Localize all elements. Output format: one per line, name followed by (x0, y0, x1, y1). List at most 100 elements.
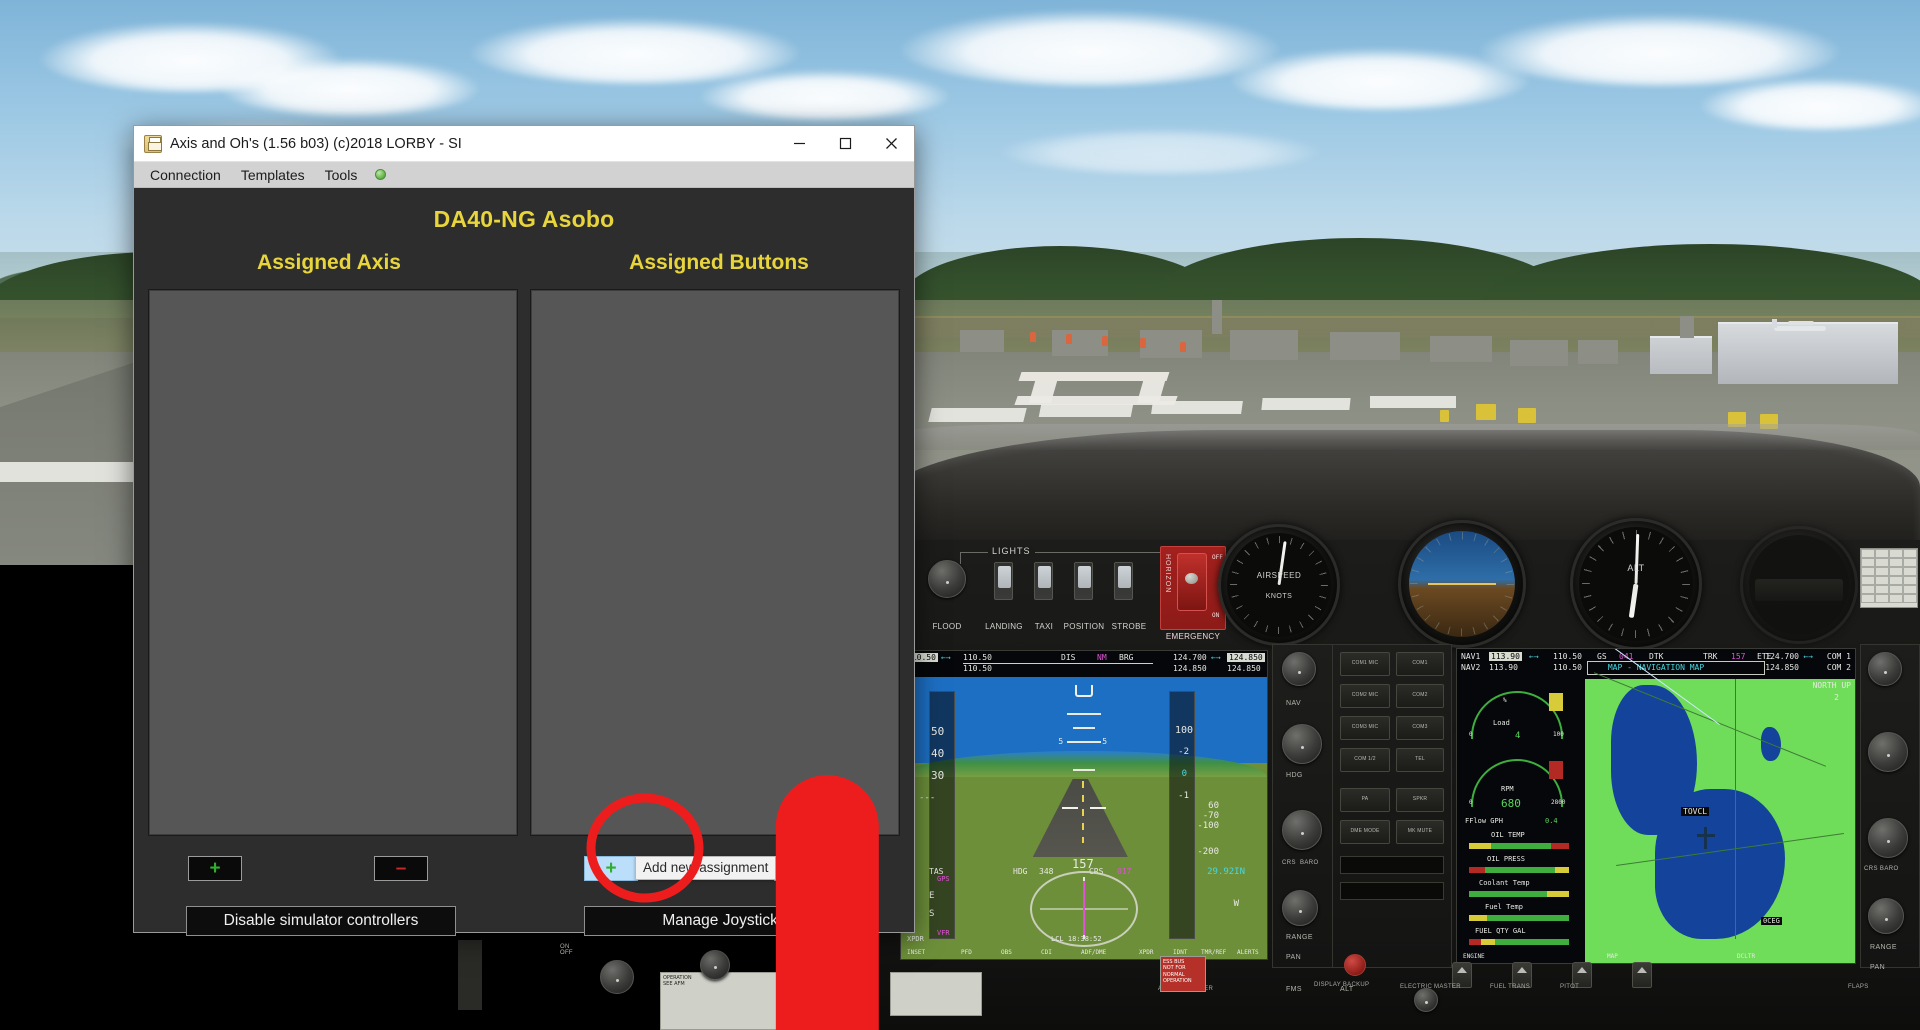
fuel-trans-label: FUEL TRANS (1490, 984, 1531, 990)
mk-mute-button[interactable]: MK MUTE (1396, 820, 1444, 844)
building (1230, 330, 1298, 360)
mfd-dtk-label: DTK (1649, 652, 1664, 661)
tel-button[interactable]: TEL (1396, 748, 1444, 772)
menu-connection[interactable]: Connection (142, 165, 229, 185)
connection-status-dot (375, 169, 387, 180)
nav-frequency-knob-right[interactable] (1868, 732, 1908, 772)
taxi-light-switch[interactable] (1034, 562, 1053, 600)
threshold-stripe (1370, 396, 1456, 408)
axis-and-ohs-window[interactable]: Axis and Oh's (1.56 b03) (c)2018 LORBY -… (133, 125, 915, 936)
pfd-softkey-9[interactable]: ALERTS (1237, 949, 1259, 956)
mfd-softkey-map[interactable]: MAP (1607, 953, 1618, 960)
dme-mode-button[interactable]: DME MODE (1340, 820, 1390, 844)
mfd-oil-temp-label: OIL TEMP (1491, 831, 1525, 839)
emergency-label: EMERGENCY (1165, 632, 1221, 641)
com2-button[interactable]: COM2 (1396, 684, 1444, 708)
pan-label: PAN (1286, 954, 1302, 961)
nav-frequency-knob[interactable] (1282, 724, 1322, 764)
traffic-cone (1102, 336, 1108, 346)
add-new-assignment-tooltip: Add new assignment (635, 856, 777, 880)
yellow-barrier (1518, 408, 1536, 423)
multifunction-display[interactable]: NAV1 113.90 ←→ 110.50 NAV2 113.90 110.50… (1456, 648, 1856, 964)
yellow-barrier (1440, 410, 1449, 422)
pfd-softkey-7[interactable]: TMR/REF (1201, 949, 1226, 956)
add-axis-assignment-button[interactable]: + (188, 856, 242, 881)
mfd-com1-active: 124.700 (1765, 652, 1799, 661)
pan-label-right: PAN (1870, 964, 1886, 971)
display-backup-knob[interactable] (1344, 954, 1366, 976)
pfd-heading-value: 157 (1072, 857, 1094, 871)
pfd-softkey-5[interactable]: XPDR (1139, 949, 1153, 956)
cloud (1480, 14, 1840, 86)
mfd-rpm-label: RPM (1501, 785, 1514, 793)
runway-marking (1018, 372, 1170, 381)
pfd-softkey-2[interactable]: OBS (1001, 949, 1012, 956)
remove-axis-assignment-button[interactable]: – (374, 856, 428, 881)
spkr-button[interactable]: SPKR (1396, 788, 1444, 812)
mfd-fuel-qty-label: FUEL QTY GAL (1475, 927, 1526, 935)
pa-button[interactable]: PA (1340, 788, 1390, 812)
range-knob-right[interactable] (1868, 898, 1904, 934)
com-selector-button[interactable]: COM 1/2 (1340, 748, 1390, 772)
pfd-lcl-time: LCL 18:38:52 (1051, 935, 1102, 943)
left-dash-knob-2[interactable] (700, 950, 730, 980)
primary-flight-display[interactable]: 110.50 ←→ 110.50 98 110.50 DIS NM BRG 12… (900, 650, 1268, 960)
electric-master-knob[interactable] (1414, 988, 1438, 1012)
airspeed-label: AIRSPEED (1256, 571, 1302, 580)
pfd-softkey-3[interactable]: CDI (1041, 949, 1052, 956)
assignment-lists (134, 275, 914, 836)
building (1578, 340, 1618, 364)
mfd-com2-active: 124.850 (1765, 663, 1799, 672)
cloud (700, 70, 950, 120)
com3-button[interactable]: COM3 (1396, 716, 1444, 740)
hdg-label: HDG (1286, 772, 1303, 779)
add-button-assignment-button[interactable]: + (584, 856, 638, 881)
nav-volume-knob-right[interactable] (1868, 652, 1902, 686)
mfd-com2-label: COM 2 (1826, 663, 1851, 672)
assigned-axis-list[interactable] (148, 289, 518, 836)
menu-tools[interactable]: Tools (317, 165, 366, 185)
traffic-cone (1180, 342, 1186, 352)
mfd-engine-strip: % Load 4 0 100 RPM 680 0 2800 FFlow GPH … (1457, 679, 1585, 963)
mfd-range: 2 (1834, 693, 1839, 702)
attitude-indicator (1398, 520, 1526, 648)
remove-button-assignment-button[interactable]: – (774, 856, 828, 881)
pfd-softkey-4[interactable]: ADF/DME (1081, 949, 1106, 956)
disable-simulator-controllers-button[interactable]: Disable simulator controllers (186, 906, 456, 936)
left-dash-knob[interactable] (600, 960, 634, 994)
maximize-icon (839, 137, 851, 150)
com1-mic-button[interactable]: COM1 MIC (1340, 652, 1390, 676)
landing-light-switch[interactable] (994, 562, 1013, 600)
nav-volume-knob[interactable] (1282, 652, 1316, 686)
menu-templates[interactable]: Templates (233, 165, 313, 185)
pfd-softkey-6[interactable]: IDNT (1173, 949, 1187, 956)
plus-icon: + (605, 858, 617, 879)
strobe-light-switch[interactable] (1114, 562, 1133, 600)
assigned-buttons-heading: Assigned Buttons (629, 251, 809, 274)
crs-baro-knob-right[interactable] (1868, 818, 1908, 858)
crs-baro-knob[interactable] (1282, 810, 1322, 850)
audio-slot (1340, 856, 1444, 874)
com2-mic-button[interactable]: COM2 MIC (1340, 684, 1390, 708)
pfd-softkey-1[interactable]: PFD (961, 949, 972, 956)
airspeed-indicator: AIRSPEED KNOTS (1218, 524, 1340, 646)
position-light-switch[interactable] (1074, 562, 1093, 600)
traffic-cone (1140, 338, 1146, 348)
altimeter: ALT (1570, 518, 1702, 650)
assigned-buttons-list[interactable] (530, 289, 900, 836)
mfd-softkey-engine[interactable]: ENGINE (1463, 953, 1485, 960)
range-knob[interactable] (1282, 890, 1318, 926)
mfd-nav2: 113.90 (1489, 663, 1518, 672)
lever[interactable] (1632, 962, 1652, 988)
flood-light-knob[interactable] (928, 560, 966, 598)
mfd-nav1-standby: 110.50 (1553, 652, 1582, 661)
mfd-fuel-temp-label: Fuel Temp (1485, 903, 1523, 911)
manage-joysticks-button[interactable]: Manage Joysticks (584, 906, 864, 936)
mfd-softkey-dcltr[interactable]: DCLTR (1737, 953, 1755, 960)
maximize-button[interactable] (822, 126, 868, 161)
mfd-rpm-value: 680 (1501, 797, 1521, 810)
minimize-button[interactable] (776, 126, 822, 161)
close-button[interactable] (868, 126, 914, 161)
com1-button[interactable]: COM1 (1396, 652, 1444, 676)
com3-mic-button[interactable]: COM3 MIC (1340, 716, 1390, 740)
